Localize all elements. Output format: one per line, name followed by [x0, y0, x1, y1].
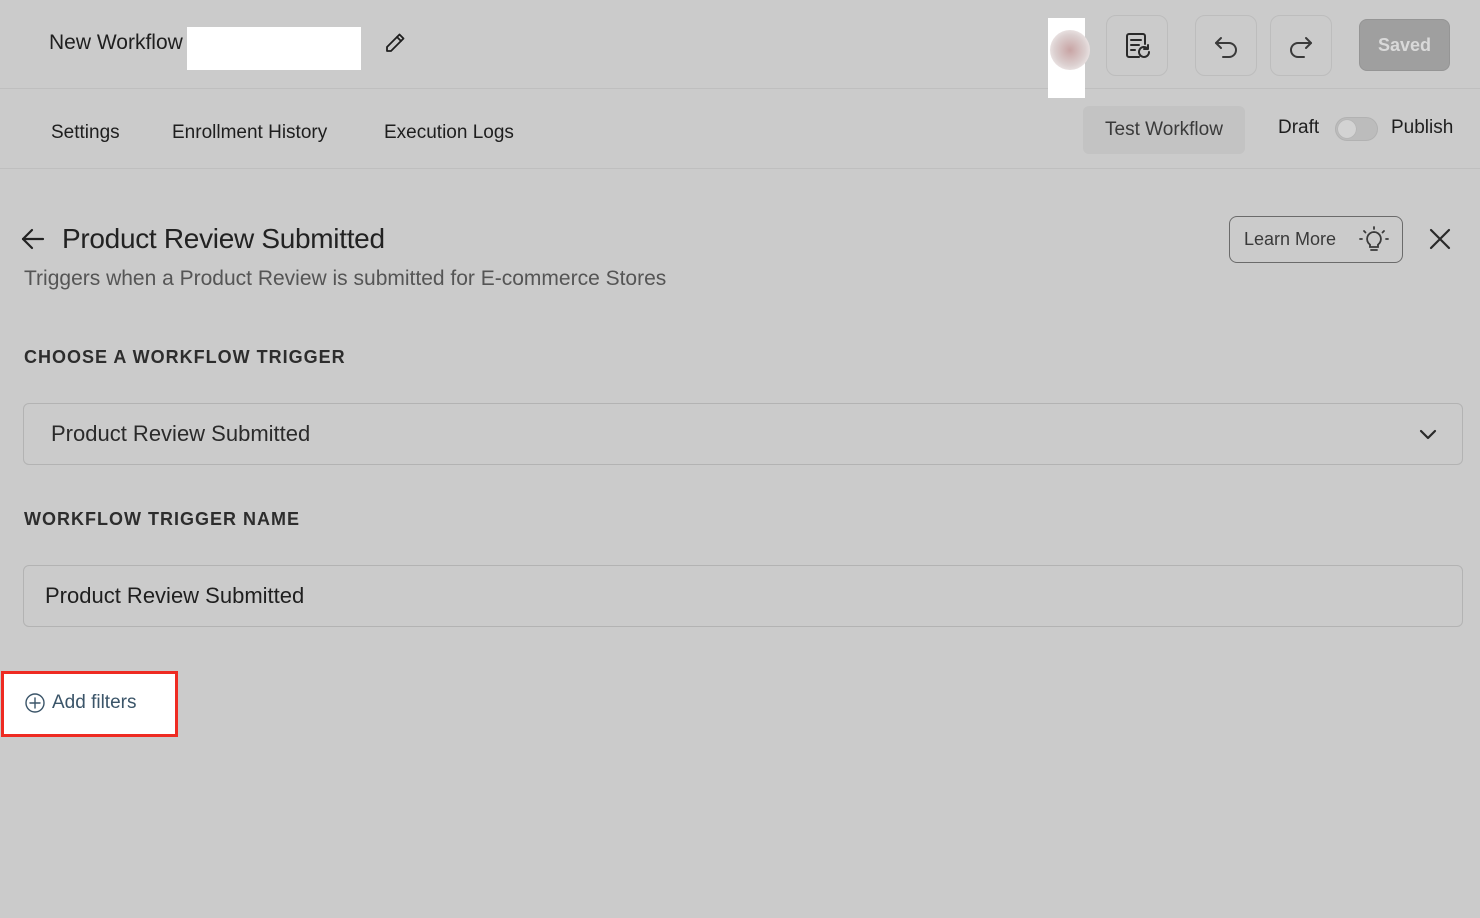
trigger-name-section-label: WORKFLOW TRIGGER NAME [24, 509, 300, 529]
test-workflow-button[interactable]: Test Workflow [1083, 106, 1245, 154]
document-refresh-icon [1126, 32, 1150, 58]
learn-more-button[interactable]: Learn More [1229, 216, 1403, 263]
version-history-button[interactable] [1106, 15, 1168, 76]
tab-execution-logs[interactable]: Execution Logs [384, 122, 514, 144]
plus-circle-icon [25, 693, 45, 713]
trigger-name-input[interactable] [23, 565, 1463, 627]
trigger-select-value: Product Review Submitted [51, 421, 311, 446]
redo-button[interactable] [1270, 15, 1332, 76]
trigger-section-label: CHOOSE A WORKFLOW TRIGGER [24, 347, 346, 367]
panel-title: Product Review Submitted [62, 223, 385, 254]
undo-icon [1215, 36, 1237, 58]
tab-enrollment-history[interactable]: Enrollment History [172, 122, 327, 144]
undo-button[interactable] [1195, 15, 1257, 76]
learn-more-label: Learn More [1244, 229, 1337, 249]
tab-bar: Settings Enrollment History Execution Lo… [0, 90, 1480, 169]
top-bar: New Workflow Saved [0, 0, 1480, 98]
close-icon[interactable] [1428, 227, 1452, 251]
avatar[interactable] [1048, 18, 1090, 98]
chevron-down-icon [1419, 429, 1437, 440]
redo-icon [1290, 36, 1312, 58]
draft-label: Draft [1278, 117, 1320, 138]
publish-label: Publish [1391, 117, 1454, 138]
workflow-title[interactable]: New Workflow [49, 31, 189, 55]
lightbulb-icon [1359, 226, 1389, 251]
toggle-knob [1338, 120, 1356, 138]
add-filters-button[interactable]: Add filters [25, 692, 136, 714]
saved-button[interactable]: Saved [1359, 19, 1450, 71]
pencil-icon[interactable] [383, 31, 407, 55]
publish-toggle[interactable] [1335, 117, 1378, 141]
redacted-region [187, 27, 361, 70]
panel-description: Triggers when a Product Review is submit… [24, 267, 667, 290]
add-filters-label: Add filters [52, 692, 137, 713]
trigger-select[interactable]: Product Review Submitted [23, 403, 1463, 465]
tab-settings[interactable]: Settings [51, 122, 120, 144]
add-filters-highlight: Add filters [1, 671, 178, 737]
back-arrow-icon[interactable] [20, 226, 46, 252]
